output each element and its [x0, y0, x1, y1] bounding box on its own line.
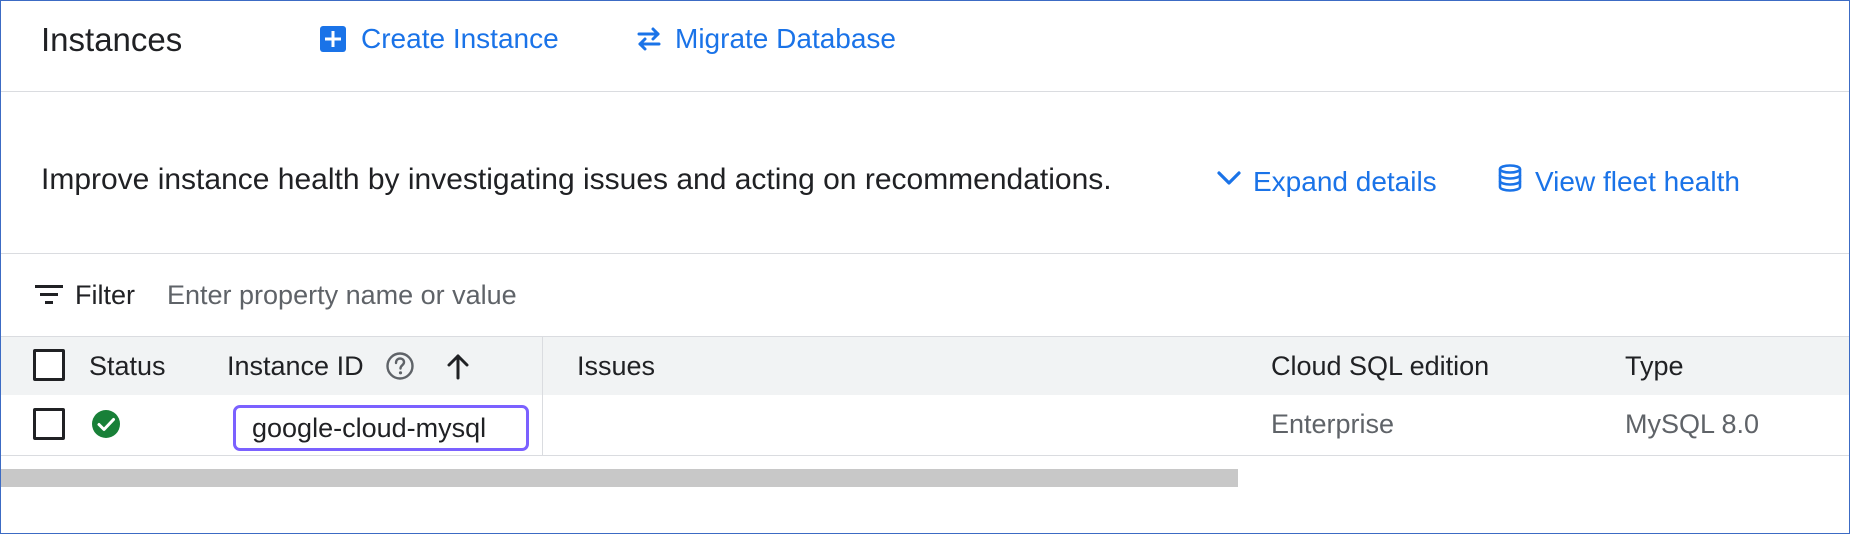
edition-cell: Enterprise — [1271, 409, 1395, 439]
view-fleet-health-label: View fleet health — [1535, 165, 1740, 197]
filter-list-icon — [35, 285, 63, 310]
column-header-type[interactable]: Type — [1625, 351, 1684, 382]
migrate-database-label: Migrate Database — [675, 23, 897, 54]
page-header: Instances Create Instance Migrate Databa… — [1, 1, 1849, 92]
check-circle-icon — [91, 409, 121, 444]
column-header-edition[interactable]: Cloud SQL edition — [1271, 351, 1489, 382]
database-icon — [1497, 164, 1523, 199]
column-header-status[interactable]: Status — [89, 351, 166, 382]
horizontal-scrollbar[interactable] — [1, 469, 1238, 487]
column-divider — [542, 395, 543, 455]
select-all-checkbox[interactable] — [33, 349, 65, 381]
chevron-down-icon — [1215, 164, 1243, 199]
health-banner: Improve instance health by investigating… — [1, 92, 1849, 254]
instances-page: Instances Create Instance Migrate Databa… — [0, 0, 1850, 534]
expand-details-label: Expand details — [1253, 165, 1437, 197]
filter-bar: Filter — [1, 254, 1849, 336]
add-box-icon — [319, 25, 347, 53]
page-title: Instances — [41, 21, 183, 58]
view-fleet-health-link[interactable]: View fleet health — [1497, 164, 1740, 199]
health-banner-text: Improve instance health by investigating… — [41, 163, 1112, 196]
expand-details-link[interactable]: Expand details — [1215, 164, 1437, 199]
row-checkbox[interactable] — [33, 408, 65, 440]
migrate-database-button[interactable]: Migrate Database — [635, 23, 896, 55]
type-cell: MySQL 8.0 — [1625, 409, 1760, 439]
table-header: Status Instance ID Issues Cloud SQL edit… — [1, 336, 1849, 396]
column-divider — [542, 337, 543, 395]
create-instance-label: Create Instance — [361, 23, 559, 54]
filter-input[interactable] — [167, 276, 867, 314]
table-row: google-cloud-mysql Enterprise MySQL 8.0 — [1, 395, 1849, 456]
arrow-up-icon[interactable] — [443, 351, 473, 386]
instance-id-link[interactable]: google-cloud-mysql — [233, 405, 529, 451]
column-header-issues[interactable]: Issues — [577, 351, 655, 382]
column-header-instance-id[interactable]: Instance ID — [227, 351, 364, 382]
swap-arrows-icon — [635, 25, 663, 53]
filter-label: Filter — [75, 280, 135, 310]
create-instance-button[interactable]: Create Instance — [319, 23, 559, 55]
help-circle-icon[interactable] — [385, 351, 415, 386]
